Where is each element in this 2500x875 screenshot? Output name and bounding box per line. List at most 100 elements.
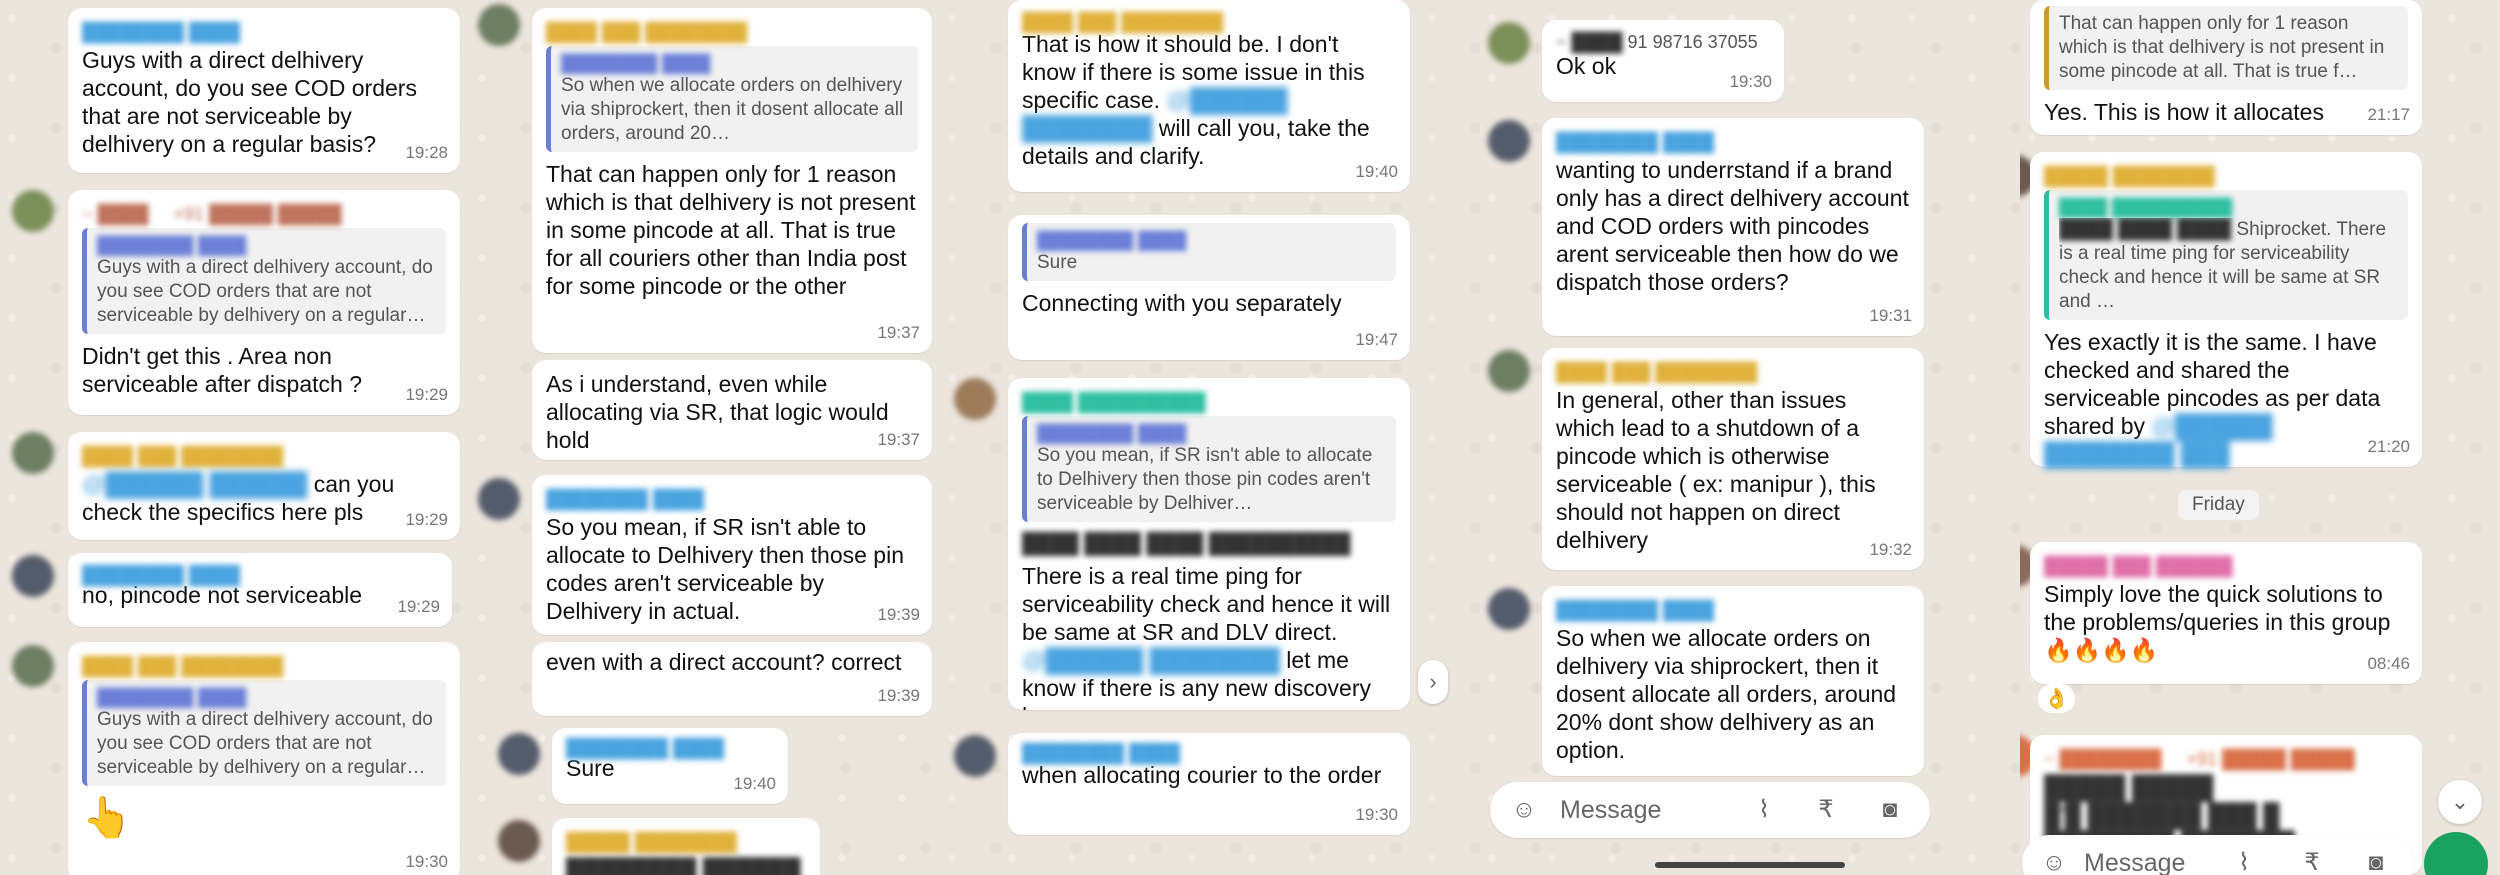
camera-icon[interactable]: ◙ <box>2362 849 2390 875</box>
chat-panel-5: That can happen only for 1 reason which … <box>2020 0 2500 875</box>
quoted-message[interactable]: ████████ ████ Sure <box>1022 223 1396 281</box>
message-bubble[interactable]: █████ ████████ ████████ ██████ <box>552 818 820 875</box>
message-emoji: 👆 <box>82 796 132 840</box>
sender-name: █████ ████████ <box>566 832 737 852</box>
avatar[interactable] <box>498 820 540 862</box>
quoted-message[interactable]: ████████ ████ So you mean, if SR isn't a… <box>1022 416 1396 522</box>
camera-icon[interactable]: ◙ <box>1876 796 1904 824</box>
avatar[interactable] <box>1488 350 1530 392</box>
forward-button[interactable]: › <box>1418 660 1448 704</box>
message-bubble[interactable]: As i understand, even while allocating v… <box>532 360 932 460</box>
message-bubble[interactable]: ████████ ████ So you mean, if SR isn't a… <box>532 475 932 635</box>
quoted-text: So you mean, if SR isn't able to allocat… <box>1037 445 1373 514</box>
message-bubble[interactable]: █████ ███ ██████ Simply love the quick s… <box>2030 542 2422 684</box>
avatar[interactable] <box>1488 588 1530 630</box>
avatar[interactable] <box>478 478 520 520</box>
quoted-message[interactable]: That can happen only for 1 reason which … <box>2044 6 2408 90</box>
message-bubble[interactable]: ████████ ████ So when we allocate orders… <box>1542 586 1924 776</box>
home-indicator[interactable] <box>1655 862 1845 868</box>
mention[interactable]: @██████ ████████ <box>1022 647 1280 673</box>
message-bubble[interactable]: ████████ ████ Sure Connecting with you s… <box>1008 215 1410 360</box>
message-time: 19:37 <box>877 430 920 449</box>
message-time: 19:32 <box>1869 540 1912 559</box>
sender-name: ████ ███ ████████ <box>82 656 284 676</box>
message-time: 19:39 <box>877 605 920 624</box>
message-text: when allocating courier to the order <box>1022 762 1382 788</box>
scroll-down-button[interactable]: ⌄ <box>2438 780 2482 824</box>
sender-name: ████ ███ ████████ <box>1022 12 1224 32</box>
chat-panel-3: ████ ███ ████████ That is how it should … <box>940 0 1480 875</box>
message-bubble[interactable]: even with a direct account? correct 19:3… <box>532 642 932 716</box>
message-time: 19:30 <box>1355 805 1398 824</box>
mention[interactable]: @██████ ██████ <box>82 471 307 497</box>
message-text: That can happen only for 1 reason which … <box>546 161 916 299</box>
avatar[interactable] <box>12 432 54 474</box>
rupee-icon[interactable]: ₹ <box>1812 796 1840 824</box>
message-input-bar[interactable]: ☺ Message ⌇ ₹ ◙ <box>1490 782 1930 838</box>
message-time: 21:17 <box>2367 105 2410 124</box>
reaction-badge[interactable]: 👌 <box>2038 684 2075 713</box>
emoji-icon[interactable]: ☺ <box>2040 849 2068 875</box>
sender-name: █████ ███ ██████ <box>2044 556 2233 576</box>
avatar[interactable] <box>12 555 54 597</box>
message-text-blurred: ████████ ██████ <box>566 857 801 875</box>
message-bubble[interactable]: ████████ ████ wanting to underrstand if … <box>1542 118 1924 336</box>
chat-panel-1: ████████ ████ Guys with a direct delhive… <box>0 0 470 875</box>
avatar[interactable] <box>478 4 520 46</box>
quoted-message[interactable]: ████████ ████ Guys with a direct delhive… <box>82 680 446 786</box>
message-text: So you mean, if SR isn't able to allocat… <box>546 514 904 624</box>
attach-icon[interactable]: ⌇ <box>2230 849 2258 875</box>
message-text: even with a direct account? correct <box>546 649 902 675</box>
message-bubble[interactable]: ████████ ████ no, pincode not serviceabl… <box>68 553 452 627</box>
chat-panel-2: ████ ███ ████████ ████████ ████ So when … <box>470 0 940 875</box>
message-bubble[interactable]: ████████ ████ when allocating courier to… <box>1008 733 1410 835</box>
sender-name: ████████ ████ <box>82 22 241 42</box>
message-input[interactable]: Message <box>2084 849 2185 875</box>
sender-name: ████████ ████ <box>546 489 705 509</box>
message-time: 08:46 <box>2367 654 2410 673</box>
sender-name: ████ ███ ████████ <box>82 446 284 466</box>
avatar[interactable] <box>1488 22 1530 64</box>
sender-name: ████████ ████ <box>1556 600 1715 620</box>
message-bubble[interactable]: ████ ███ ████████ In general, other than… <box>1542 348 1924 570</box>
message-input-bar[interactable]: ☺ Message ⌇ ₹ ◙ <box>2022 835 2414 875</box>
avatar[interactable] <box>954 378 996 420</box>
message-bubble[interactable]: ████████ ████ Sure 19:40 <box>552 728 788 804</box>
mic-button[interactable] <box>2424 832 2488 875</box>
message-time: 19:39 <box>877 686 920 705</box>
sender-name: █████ ████████ <box>2044 166 2215 186</box>
message-bubble[interactable]: That can happen only for 1 reason which … <box>2030 0 2422 135</box>
avatar[interactable] <box>12 645 54 687</box>
quoted-message[interactable]: ████████ ████ Guys with a direct delhive… <box>82 228 446 334</box>
sender-name: ████ ███ ████████ <box>1556 362 1758 382</box>
forwarded-label: ████ ████ ████ ██████████ <box>1022 533 1351 555</box>
emoji-icon[interactable]: ☺ <box>1510 796 1538 824</box>
attach-icon[interactable]: ⌇ <box>1750 796 1778 824</box>
message-input[interactable]: Message <box>1560 796 1661 825</box>
message-bubble[interactable]: ~ ████ 91 98716 37055 Ok ok 19:30 <box>1542 20 1784 102</box>
rupee-icon[interactable]: ₹ <box>2298 849 2326 875</box>
message-bubble[interactable]: ████ ███ ████████ ████████ ████ Guys wit… <box>68 642 460 875</box>
message-bubble[interactable]: ████ ██████████ ████████ ████ So you mea… <box>1008 378 1410 710</box>
avatar[interactable] <box>1488 120 1530 162</box>
message-bubble[interactable]: █████ ████████ ████ ██████████ ████ ████… <box>2030 152 2422 467</box>
quoted-message[interactable]: ████████ ████ So when we allocate orders… <box>546 46 918 152</box>
sender-name: ████████ ████ <box>566 738 725 758</box>
avatar[interactable] <box>12 190 54 232</box>
avatar[interactable] <box>954 735 996 777</box>
message-bubble[interactable]: ████████ ████ Guys with a direct delhive… <box>68 8 460 173</box>
message-bubble[interactable]: ~ ████ +91 █████ █████ ████████ ████ Guy… <box>68 190 460 415</box>
quoted-text: Guys with a direct delhivery account, do… <box>97 257 433 326</box>
message-text: Simply love the quick solutions to the p… <box>2044 581 2391 663</box>
message-bubble[interactable]: ████ ███ ████████ ████████ ████ So when … <box>532 8 932 353</box>
message-bubble[interactable]: ████ ███ ████████ @██████ ██████ can you… <box>68 432 460 540</box>
quoted-message[interactable]: ████ ██████████ ████ ████ ████ Shiprocke… <box>2044 190 2408 320</box>
avatar[interactable] <box>498 733 540 775</box>
message-time: 19:30 <box>1729 72 1772 91</box>
message-time: 19:31 <box>1869 306 1912 325</box>
message-bubble[interactable]: ████ ███ ████████ That is how it should … <box>1008 0 1410 192</box>
message-time: 19:40 <box>733 774 776 793</box>
quoted-text: That can happen only for 1 reason which … <box>2059 13 2385 82</box>
message-time: 19:29 <box>397 597 440 616</box>
message-text: wanting to underrstand if a brand only h… <box>1556 157 1909 295</box>
